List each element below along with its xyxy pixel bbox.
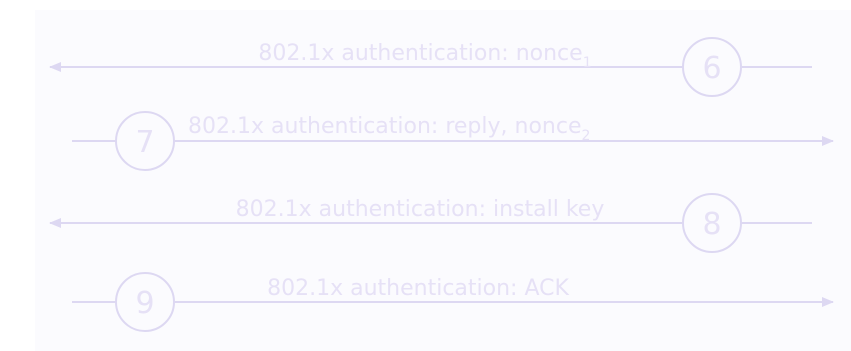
- message-7: 802.1x authentication: reply, nonce2 7: [72, 111, 834, 171]
- message-flow: 802.1x authentication: nonce1 6 802.1x a…: [49, 37, 834, 332]
- message-8-label: 802.1x authentication: install key: [236, 197, 605, 222]
- message-8: 802.1x authentication: install key 8: [49, 193, 812, 253]
- message-9: 802.1x authentication: ACK 9: [72, 272, 834, 332]
- message-7-label: 802.1x authentication: reply, nonce2: [188, 114, 590, 144]
- message-9-label: 802.1x authentication: ACK: [267, 276, 569, 301]
- step-7-number: 7: [135, 125, 154, 160]
- step-8-number: 8: [702, 207, 721, 242]
- message-6: 802.1x authentication: nonce1 6: [49, 37, 812, 97]
- step-6-number: 6: [702, 51, 721, 86]
- step-9-number: 9: [135, 286, 154, 321]
- handshake-diagram: 802.1x authentication: nonce1 6 802.1x a…: [0, 0, 851, 351]
